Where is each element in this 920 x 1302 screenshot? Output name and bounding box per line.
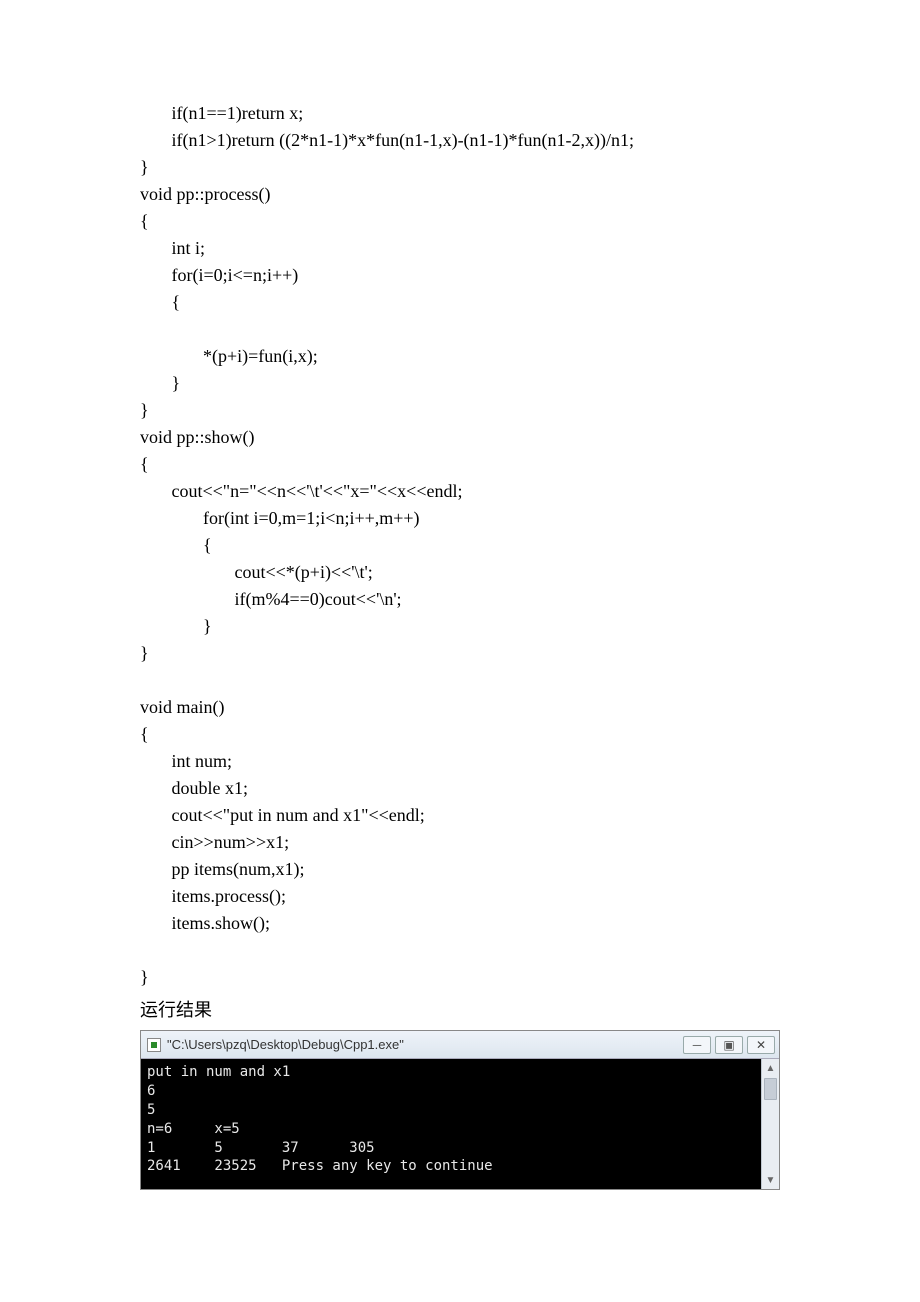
window-controls: ─ ▣ ✕ xyxy=(683,1036,775,1054)
titlebar[interactable]: "C:\Users\pzq\Desktop\Debug\Cpp1.exe" ─ … xyxy=(141,1031,779,1059)
console-output: put in num and x1 6 5 n=6 x=5 1 5 37 305… xyxy=(141,1059,761,1189)
console-window: "C:\Users\pzq\Desktop\Debug\Cpp1.exe" ─ … xyxy=(140,1030,780,1190)
titlebar-left: "C:\Users\pzq\Desktop\Debug\Cpp1.exe" xyxy=(147,1035,404,1055)
app-icon xyxy=(147,1038,161,1052)
close-button[interactable]: ✕ xyxy=(747,1036,775,1054)
scrollbar[interactable]: ▲ ▼ xyxy=(761,1059,779,1189)
scroll-down-icon[interactable]: ▼ xyxy=(762,1171,779,1189)
minimize-button[interactable]: ─ xyxy=(683,1036,711,1054)
scroll-track[interactable] xyxy=(762,1101,779,1171)
window-title: "C:\Users\pzq\Desktop\Debug\Cpp1.exe" xyxy=(167,1035,404,1055)
scroll-thumb[interactable] xyxy=(764,1078,777,1100)
result-label: 运行结果 xyxy=(140,997,780,1024)
source-code: if(n1==1)return x; if(n1>1)return ((2*n1… xyxy=(140,100,780,991)
maximize-button[interactable]: ▣ xyxy=(715,1036,743,1054)
console-body: put in num and x1 6 5 n=6 x=5 1 5 37 305… xyxy=(141,1059,779,1189)
scroll-up-icon[interactable]: ▲ xyxy=(762,1059,779,1077)
